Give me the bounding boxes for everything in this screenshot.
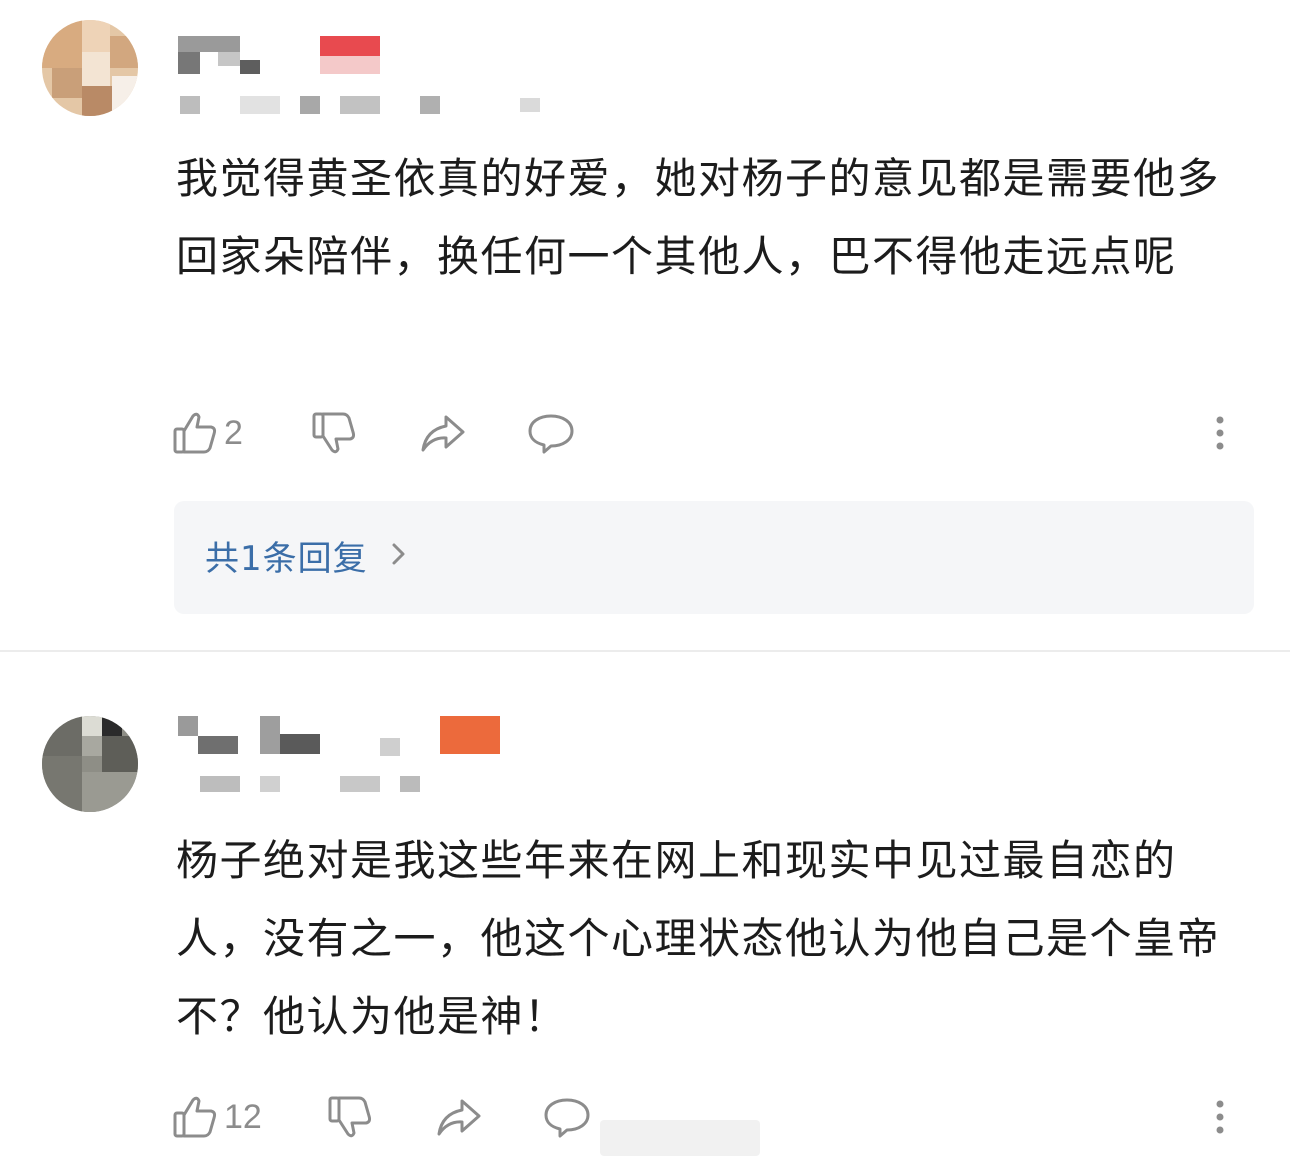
- speech-bubble-icon: [542, 1092, 592, 1142]
- thumbs-up-icon: [170, 408, 220, 458]
- comment-text: 我觉得黄圣依真的好爱，她对杨子的意见都是需要他多回家朵陪伴，换任何一个其他人，巴…: [176, 154, 1221, 281]
- thumbs-up-icon: [170, 1092, 220, 1142]
- dislike-button[interactable]: [326, 1087, 376, 1147]
- vertical-dots-icon: [1210, 1092, 1230, 1142]
- share-button[interactable]: [418, 403, 468, 463]
- comment-button[interactable]: [526, 403, 576, 463]
- comment-item: 我觉得黄圣依真的好爱，她对杨子的意见都是需要他多回家朵陪伴，换任何一个其他人，巴…: [0, 0, 1290, 650]
- like-count: 2: [224, 413, 243, 452]
- username-mosaic[interactable]: [178, 716, 328, 760]
- avatar[interactable]: [42, 716, 138, 812]
- watermark: [600, 1120, 760, 1156]
- share-button[interactable]: [434, 1087, 484, 1147]
- share-arrow-icon: [418, 408, 468, 458]
- comment-text: 杨子绝对是我这些年来在网上和现实中见过最自恋的人，没有之一，他这个心理状态他认为…: [176, 836, 1221, 1041]
- meta-mosaic: [180, 96, 560, 116]
- comment-item: 杨子绝对是我这些年来在网上和现实中见过最自恋的人，没有之一，他这个心理状态他认为…: [0, 652, 1290, 1166]
- thumbs-down-icon: [326, 1092, 376, 1142]
- comment-actions: 2: [170, 403, 1250, 463]
- like-button[interactable]: 2: [170, 403, 243, 463]
- thumbs-down-icon: [310, 408, 360, 458]
- vertical-dots-icon: [1210, 408, 1230, 458]
- dislike-button[interactable]: [310, 403, 360, 463]
- comment-button[interactable]: [542, 1087, 592, 1147]
- view-replies-button[interactable]: 共1条回复: [174, 501, 1254, 614]
- speech-bubble-icon: [526, 408, 576, 458]
- user-dot: [380, 738, 400, 756]
- chevron-right-icon: [389, 539, 409, 573]
- share-arrow-icon: [434, 1092, 484, 1142]
- more-button[interactable]: [1210, 403, 1230, 463]
- reply-summary: 共1条回复: [205, 539, 368, 579]
- meta-mosaic: [180, 776, 440, 796]
- username-mosaic[interactable]: [178, 36, 268, 80]
- like-button[interactable]: 12: [170, 1087, 262, 1147]
- user-badge: [440, 716, 500, 756]
- avatar[interactable]: [42, 20, 138, 116]
- user-badge: [320, 36, 380, 76]
- like-count: 12: [224, 1097, 262, 1136]
- more-button[interactable]: [1210, 1087, 1230, 1147]
